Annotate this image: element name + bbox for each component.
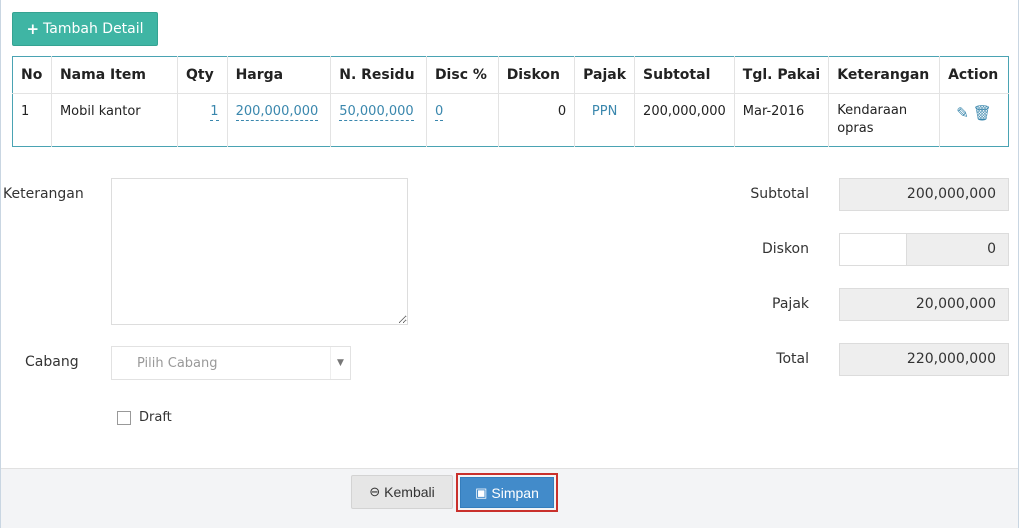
cell-qty: 1 <box>177 93 228 147</box>
pajak-label: Pajak <box>772 296 809 312</box>
col-header-action: Action <box>939 56 1009 94</box>
col-header-harga: Harga <box>226 56 331 94</box>
cell-tgl-pakai: Mar-2016 <box>733 93 829 147</box>
table-row: 1 Mobil kantor 1 200,000,000 50,000,000 … <box>13 93 1009 147</box>
col-header-keterangan: Keterangan <box>828 56 940 94</box>
detail-table: No Nama Item Qty Harga N. Residu Disc % … <box>12 56 1009 147</box>
cell-subtotal: 200,000,000 <box>634 93 735 147</box>
plus-icon: + <box>26 20 40 38</box>
detail-form-page: + Tambah Detail No Nama Item Qty Harga N… <box>0 0 1019 528</box>
col-header-qty: Qty <box>177 56 228 94</box>
cell-disc-pct: 0 <box>425 93 499 147</box>
col-header-no: No <box>12 56 52 94</box>
pajak-value: 20,000,000 <box>839 288 1009 321</box>
cell-harga: 200,000,000 <box>226 93 331 147</box>
cabang-placeholder: Pilih Cabang <box>137 355 218 371</box>
back-label: Kembali <box>384 484 435 500</box>
cell-pajak: PPN <box>574 93 635 147</box>
qty-editable[interactable]: 1 <box>210 104 219 121</box>
back-button[interactable]: ⊖ Kembali <box>351 475 453 509</box>
col-header-subtotal: Subtotal <box>634 56 735 94</box>
add-detail-label: Tambah Detail <box>43 21 144 37</box>
draft-label: Draft <box>139 410 172 425</box>
diskon-group: 0 <box>839 233 1009 266</box>
cell-keterangan: Kendaraan opras <box>828 93 940 147</box>
keterangan-textarea[interactable] <box>111 178 408 325</box>
diskon-input[interactable] <box>839 233 907 266</box>
add-detail-button[interactable]: + Tambah Detail <box>12 12 158 46</box>
pajak-link[interactable]: PPN <box>592 104 617 119</box>
floppy-disk-icon: ▣ <box>475 484 488 500</box>
subtotal-value: 200,000,000 <box>839 178 1009 211</box>
circle-arrow-left-icon: ⊖ <box>369 484 381 499</box>
save-label: Simpan <box>491 484 539 501</box>
col-header-pajak: Pajak <box>574 56 635 94</box>
col-header-disc-pct: Disc % <box>425 56 499 94</box>
cell-diskon: 0 <box>497 93 575 147</box>
n-residu-editable[interactable]: 50,000,000 <box>339 104 414 121</box>
disc-pct-editable[interactable]: 0 <box>434 104 444 121</box>
chevron-down-icon: ▼ <box>330 347 350 379</box>
pencil-icon[interactable]: ✎ <box>956 104 969 122</box>
save-button[interactable]: ▣ Simpan <box>460 477 554 508</box>
cell-n-residu: 50,000,000 <box>330 93 427 147</box>
cabang-label: Cabang <box>25 354 79 370</box>
draft-checkbox[interactable] <box>117 410 131 425</box>
subtotal-label: Subtotal <box>750 186 809 202</box>
cell-no: 1 <box>21 104 30 119</box>
col-header-n-residu: N. Residu <box>330 56 427 94</box>
diskon-label: Diskon <box>761 241 809 257</box>
trash-icon[interactable]: 🗑 <box>973 104 992 122</box>
total-label: Total <box>776 351 809 367</box>
keterangan-label: Keterangan <box>3 186 84 202</box>
harga-editable[interactable]: 200,000,000 <box>235 104 319 121</box>
cabang-select[interactable]: Pilih Cabang ▼ <box>111 346 351 380</box>
col-header-nama-item: Nama Item <box>50 56 178 94</box>
table-header-row: No Nama Item Qty Harga N. Residu Disc % … <box>12 56 1009 94</box>
diskon-value: 0 <box>907 233 1009 266</box>
save-button-highlight: ▣ Simpan <box>456 473 558 512</box>
draft-checkbox-group: Draft <box>117 410 172 425</box>
cell-action: ✎ 🗑 <box>939 93 1009 147</box>
col-header-diskon: Diskon <box>497 56 575 94</box>
col-header-tgl-pakai: Tgl. Pakai <box>733 56 829 94</box>
cell-nama-item: Mobil kantor <box>50 93 178 147</box>
total-value: 220,000,000 <box>839 343 1009 376</box>
